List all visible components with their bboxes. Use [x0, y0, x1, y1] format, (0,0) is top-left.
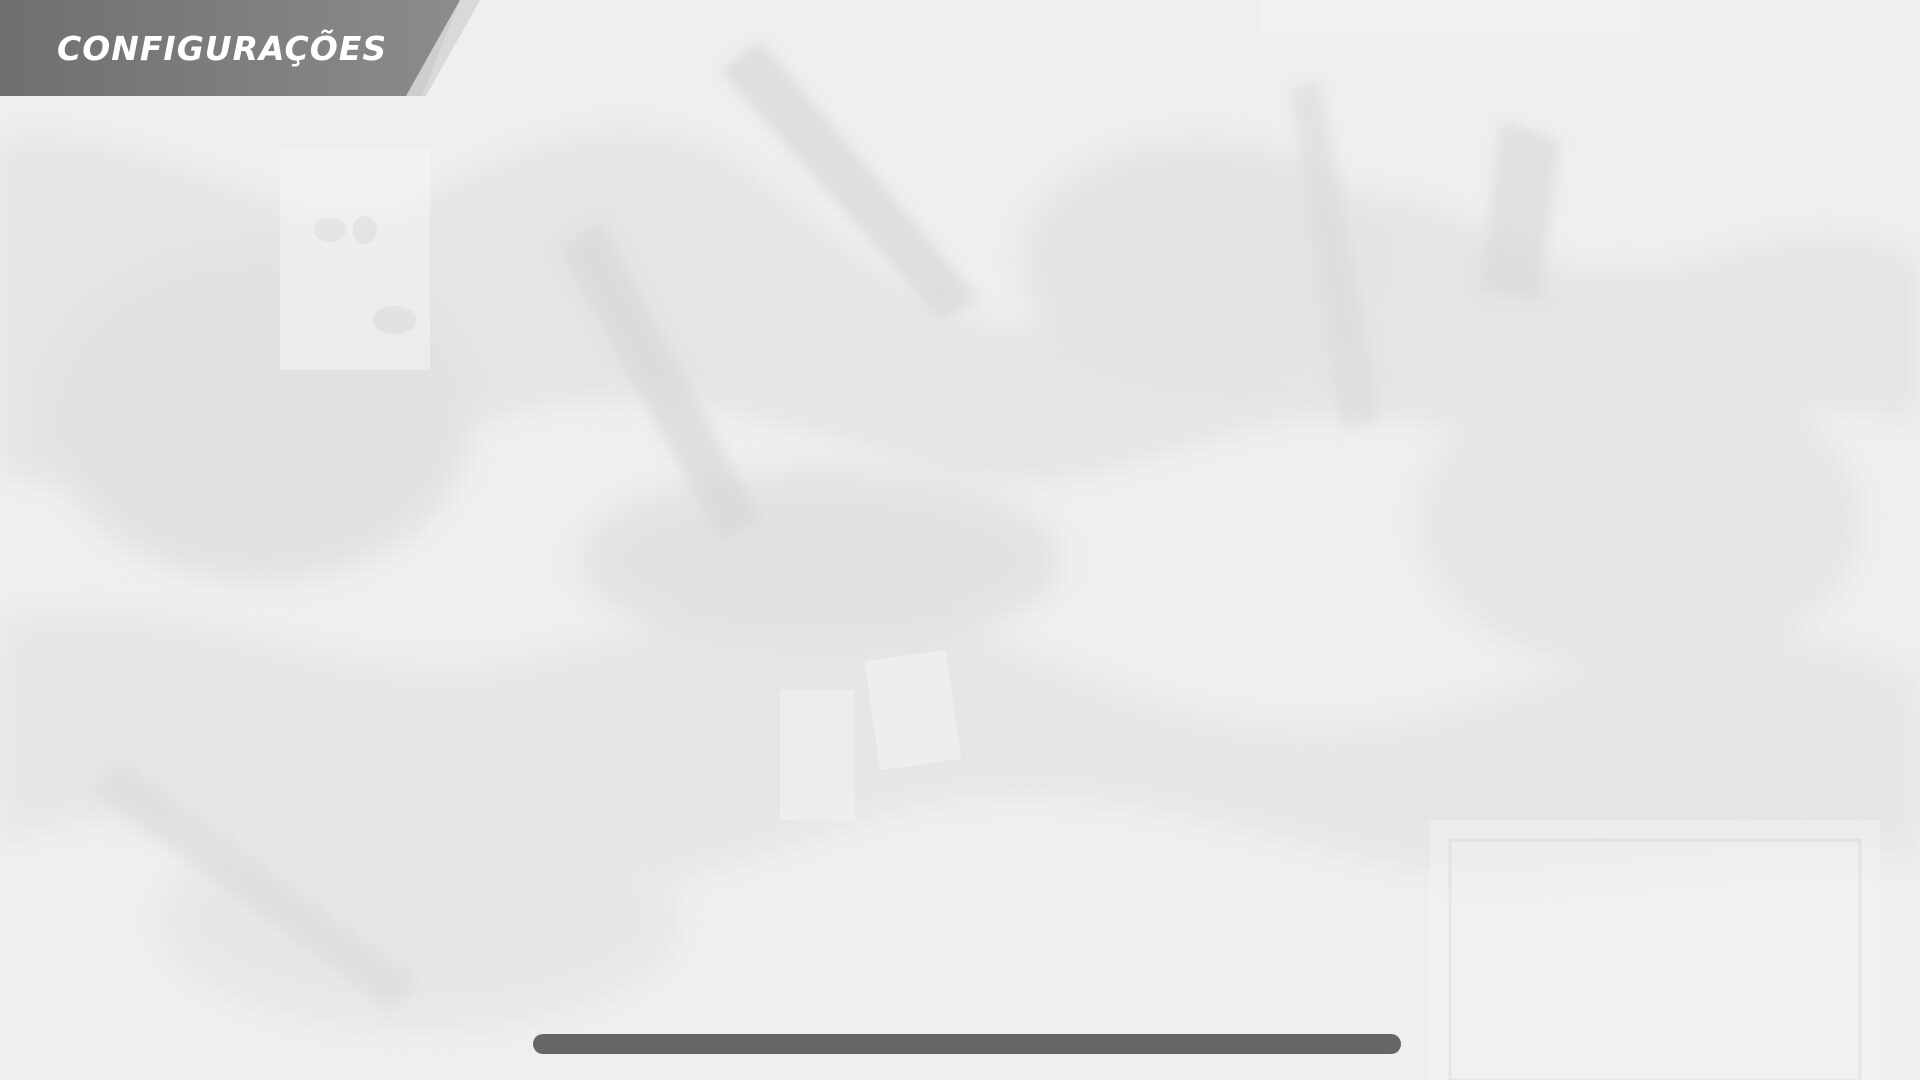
grunge-background [0, 0, 1920, 1080]
settings-header: CONFIGURAÇÕES [0, 0, 480, 96]
page-title: CONFIGURAÇÕES [57, 29, 388, 68]
home-indicator-bar[interactable] [533, 1034, 1401, 1054]
settings-screen: CONFIGURAÇÕES [0, 0, 1920, 1080]
